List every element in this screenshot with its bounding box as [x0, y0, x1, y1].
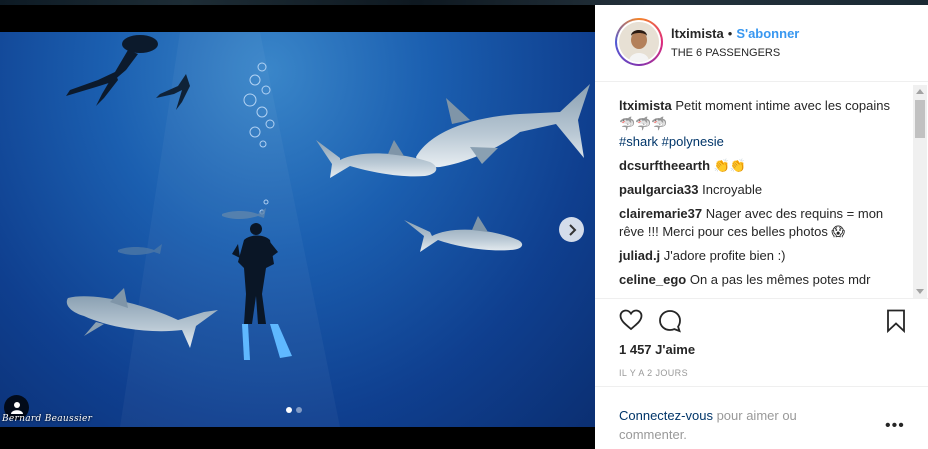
comment-text: On a pas les mêmes potes mdr: [689, 272, 871, 287]
comment-text: Incroyable: [702, 182, 763, 197]
post-actions: [595, 298, 928, 338]
login-link[interactable]: Connectez-vous: [619, 408, 713, 423]
heart-icon: [619, 309, 643, 331]
chevron-right-icon: [568, 223, 576, 236]
shark-mid: [316, 140, 437, 178]
diver-top: [66, 35, 158, 106]
save-button[interactable]: [886, 309, 906, 338]
caption: ltximista Petit moment intime avec les c…: [595, 83, 913, 151]
user-tag-icon: [10, 402, 23, 414]
scroll-down-arrow-icon[interactable]: [916, 289, 924, 294]
comment-username[interactable]: dcsurftheearth: [619, 158, 710, 173]
avatar[interactable]: [619, 22, 659, 62]
bookmark-icon: [887, 309, 905, 334]
separator-dot: •: [727, 26, 733, 41]
comment-username[interactable]: celine_ego: [619, 272, 686, 287]
comment-item: clairemarie37 Nager avec des requins = m…: [595, 199, 913, 241]
post-sidebar: ltximista • S'abonner THE 6 PASSENGERS l…: [595, 5, 928, 449]
comment-item: dcsurftheearth 👏👏: [595, 151, 913, 175]
login-prompt-section: Connectez-vous pour aimer ou commenter. …: [595, 386, 928, 449]
caption-username[interactable]: ltximista: [619, 98, 672, 113]
comment-text: J'adore profite bien :): [663, 248, 786, 263]
comment-icon: [659, 310, 681, 333]
post-header: ltximista • S'abonner THE 6 PASSENGERS: [595, 5, 928, 82]
scrollbar-thumb[interactable]: [915, 100, 925, 138]
comment-button[interactable]: [658, 309, 682, 338]
shark-large: [416, 84, 590, 168]
hashtag-link[interactable]: #shark: [619, 134, 658, 149]
post-timestamp[interactable]: IL Y A 2 JOURS: [619, 368, 688, 378]
hashtag-link[interactable]: #polynesie: [662, 134, 724, 149]
carousel-dots: [286, 407, 302, 413]
comment-username[interactable]: clairemarie37: [619, 206, 702, 221]
carousel-next-button[interactable]: [559, 217, 584, 242]
carousel-dot-active: [286, 407, 292, 413]
avatar-image: [619, 22, 659, 62]
comments-scrollbar[interactable]: [913, 85, 927, 298]
avatar-story-ring[interactable]: [615, 18, 663, 66]
post-photo[interactable]: Bernard Beaussier: [0, 32, 595, 427]
login-prompt: Connectez-vous pour aimer ou commenter.: [619, 406, 839, 444]
follow-button[interactable]: S'abonner: [736, 26, 799, 41]
post-location[interactable]: THE 6 PASSENGERS: [671, 47, 799, 59]
comment-text: 👏👏: [713, 158, 747, 173]
comment-username[interactable]: juliad.j: [619, 248, 660, 263]
comments-list[interactable]: ltximista Petit moment intime avec les c…: [595, 83, 913, 298]
post-author-username[interactable]: ltximista: [671, 26, 724, 41]
shark-right: [404, 216, 523, 252]
comment-item: paulgarcia33 Incroyable: [595, 175, 913, 199]
carousel-dot: [296, 407, 302, 413]
photo-credit: Bernard Beaussier: [2, 414, 93, 424]
comment-username[interactable]: paulgarcia33: [619, 182, 699, 197]
likes-count[interactable]: 1 457 J'aime: [619, 342, 695, 357]
scroll-up-arrow-icon[interactable]: [916, 89, 924, 94]
more-options-button[interactable]: •••: [885, 418, 905, 434]
like-button[interactable]: [619, 309, 643, 336]
underwater-scene: [66, 32, 590, 427]
comment-item: juliad.j J'adore profite bien :): [595, 241, 913, 265]
comment-item: celine_ego On a pas les mêmes potes mdr: [595, 265, 913, 289]
